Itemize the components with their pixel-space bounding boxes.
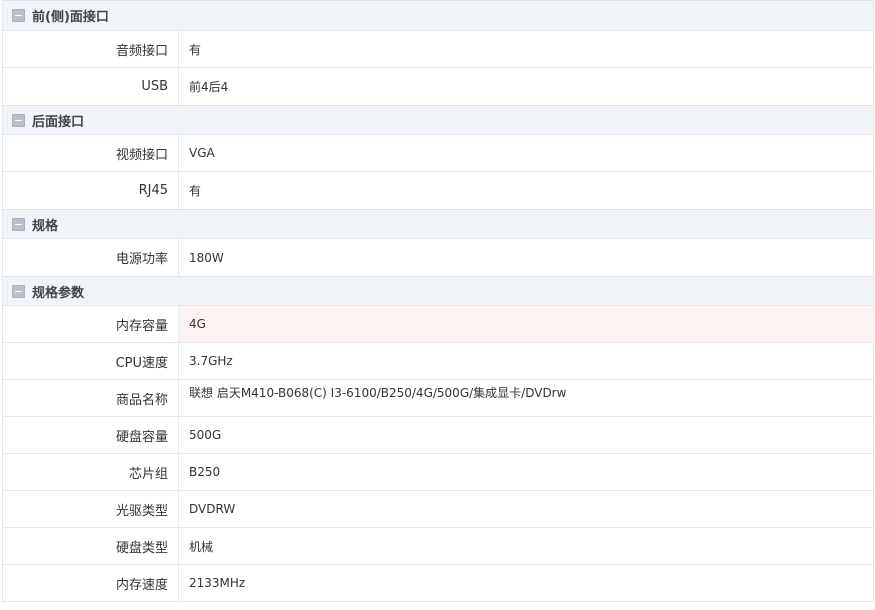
spec-row: 内存容量 4G [3,306,873,343]
spec-row: 硬盘类型 机械 [3,528,873,565]
group-header-spec-params[interactable]: 规格参数 [3,276,873,306]
collapse-icon[interactable] [12,113,25,127]
spec-row: 芯片组 B250 [3,454,873,491]
spec-label: 视频接口 [3,135,179,171]
spec-label: 电源功率 [3,239,179,276]
spec-value: 180W [189,250,224,265]
spec-row: 电源功率 180W [3,239,873,276]
group-header-specs[interactable]: 规格 [3,209,873,239]
spec-label: USB [3,68,179,105]
spec-label: 音频接口 [3,31,179,67]
spec-label: CPU速度 [3,343,179,379]
collapse-icon[interactable] [12,284,25,298]
spec-row: 硬盘容量 500G [3,417,873,454]
spec-label: 光驱类型 [3,491,179,527]
collapse-icon[interactable] [12,9,25,22]
group-title: 规格参数 [32,285,85,301]
group-title: 规格 [32,218,59,234]
spec-row: 商品名称 联想 启天M410-B068(C) I3-6100/B250/4G/5… [3,380,873,417]
spec-value: 联想 启天M410-B068(C) I3-6100/B250/4G/500G/集… [189,386,567,400]
spec-value: B250 [189,465,221,479]
spec-row: 音频接口 有 [3,31,873,68]
group-header-front-ports[interactable]: 前(侧)面接口 [3,0,873,31]
spec-value: 机械 [189,539,214,554]
spec-value: VGA [189,146,215,160]
spec-label: 内存容量 [3,306,179,342]
spec-label: 商品名称 [3,380,179,416]
spec-row: 光驱类型 DVDRW [3,491,873,528]
spec-value: 2133MHz [189,576,246,590]
spec-value: 3.7GHz [189,354,233,368]
spec-table: 前(侧)面接口 音频接口 有 USB 前4后4 后面接口 视频接口 VGA RJ… [2,0,874,602]
spec-row: RJ45 有 [3,172,873,209]
collapse-icon[interactable] [12,217,25,231]
spec-label: RJ45 [3,172,179,209]
spec-value: 有 [189,42,202,57]
spec-value: 4G [179,306,873,342]
spec-row: 内存速度 2133MHz [3,565,873,602]
spec-value: 有 [189,184,202,198]
group-title: 后面接口 [32,114,85,130]
spec-label: 硬盘容量 [3,417,179,453]
group-title: 前(侧)面接口 [32,10,109,25]
spec-value: 500G [189,428,222,442]
spec-value: DVDRW [189,502,236,516]
spec-label: 内存速度 [3,565,179,601]
spec-row: CPU速度 3.7GHz [3,343,873,380]
spec-label: 硬盘类型 [3,528,179,564]
spec-row: 视频接口 VGA [3,135,873,172]
spec-value: 前4后4 [189,80,229,94]
group-header-rear-ports[interactable]: 后面接口 [3,105,873,135]
spec-row: USB 前4后4 [3,68,873,105]
spec-label: 芯片组 [3,454,179,490]
